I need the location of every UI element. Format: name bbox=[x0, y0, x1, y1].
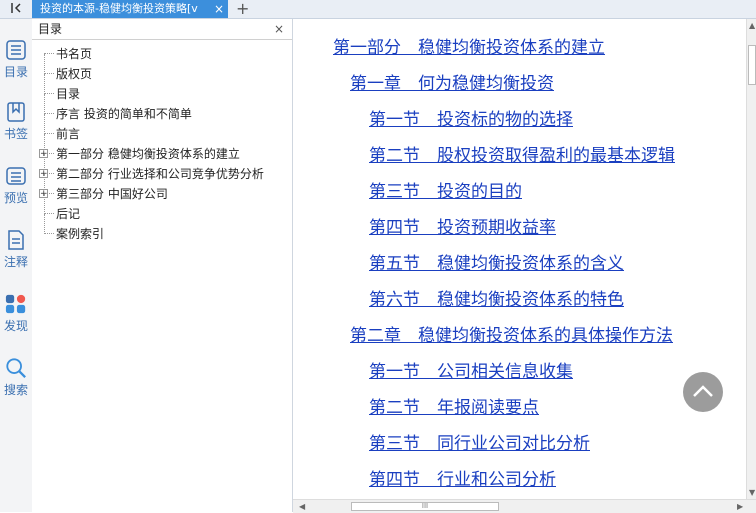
discover-icon bbox=[5, 293, 27, 315]
rail-label: 注释 bbox=[3, 255, 28, 269]
vertical-scroll-thumb[interactable] bbox=[748, 45, 756, 85]
doc-link-section[interactable]: 第二节 年报阅读要点 bbox=[369, 398, 539, 418]
rail-item-notes[interactable]: 注释 bbox=[0, 229, 32, 270]
tab-document[interactable]: 投资的本源-稳健均衡投资策略[v × bbox=[32, 0, 228, 18]
doc-link-section[interactable]: 第二节 股权投资取得盈利的最基本逻辑 bbox=[369, 146, 675, 166]
toc-item-label: 目录 bbox=[56, 87, 81, 101]
scroll-up-arrow-icon[interactable]: ▲ bbox=[749, 21, 755, 30]
doc-link-section[interactable]: 第五节 稳健均衡投资体系的含义 bbox=[369, 254, 624, 274]
rail-label: 搜索 bbox=[3, 383, 28, 397]
toc-item-label: 第一部分 稳健均衡投资体系的建立 bbox=[56, 147, 240, 161]
toc-item-label: 后记 bbox=[56, 207, 81, 221]
doc-link-part[interactable]: 第一部分 稳健均衡投资体系的建立 bbox=[333, 38, 605, 58]
scroll-grip: III bbox=[421, 502, 429, 510]
scroll-left-arrow-icon[interactable]: ◀ bbox=[299, 502, 305, 511]
toc-item[interactable]: + 第二部分 行业选择和公司竞争优势分析 bbox=[32, 154, 292, 184]
toc-item[interactable]: 书名页 bbox=[32, 44, 292, 64]
toc-item[interactable]: 前言 bbox=[32, 114, 292, 144]
note-icon bbox=[5, 229, 27, 251]
doc-link-section[interactable]: 第四节 行业和公司分析 bbox=[369, 470, 556, 490]
scroll-top-button[interactable] bbox=[683, 372, 723, 412]
rail-item-toc[interactable]: 目录 bbox=[0, 39, 32, 80]
preview-icon bbox=[5, 165, 27, 187]
toc-close-button[interactable]: × bbox=[274, 19, 284, 39]
doc-link-section[interactable]: 第三节 同行业公司对比分析 bbox=[369, 434, 590, 454]
toc-item-label: 案例索引 bbox=[56, 227, 105, 241]
toc-item-label: 前言 bbox=[56, 127, 81, 141]
rail-item-discover[interactable]: 发现 bbox=[0, 293, 32, 334]
toc-item[interactable]: + 第一部分 稳健均衡投资体系的建立 bbox=[32, 134, 292, 164]
toc-item-label: 第三部分 中国好公司 bbox=[56, 187, 168, 201]
collapse-sidebar-button[interactable] bbox=[0, 0, 32, 18]
doc-link-chapter[interactable]: 第二章 稳健均衡投资体系的具体操作方法 bbox=[350, 326, 673, 346]
collapse-left-icon bbox=[9, 2, 23, 17]
rail-item-bookmark[interactable]: 书签 bbox=[0, 101, 32, 142]
rail-item-search[interactable]: 搜索 bbox=[0, 357, 32, 398]
chevron-up-icon bbox=[692, 383, 714, 402]
tab-bar: 投资的本源-稳健均衡投资策略[v × + bbox=[0, 0, 756, 19]
toc-panel: 目录 × 书名页 版权页 目录 序言 投资的简单和不简单 前言 + 第一部分 稳健… bbox=[32, 19, 293, 512]
toc-icon bbox=[5, 39, 27, 61]
tab-title: 投资的本源-稳健均衡投资策略[v bbox=[40, 2, 198, 15]
left-rail: 目录 书签 预览 注释 发现 搜索 bbox=[0, 19, 33, 512]
toc-list: 书名页 版权页 目录 序言 投资的简单和不简单 前言 + 第一部分 稳健均衡投资体… bbox=[32, 40, 292, 244]
bookmark-icon bbox=[5, 101, 27, 123]
doc-link-section[interactable]: 第六节 稳健均衡投资体系的特色 bbox=[369, 290, 624, 310]
tab-close-button[interactable]: × bbox=[214, 0, 224, 18]
toc-item[interactable]: + 第三部分 中国好公司 bbox=[32, 174, 292, 204]
doc-link-section[interactable]: 第一节 公司相关信息收集 bbox=[369, 362, 573, 382]
horizontal-scroll-thumb[interactable]: III bbox=[351, 502, 499, 511]
rail-label: 书签 bbox=[3, 127, 28, 141]
toc-item-label: 书名页 bbox=[56, 47, 93, 61]
toc-title: 目录 bbox=[38, 22, 63, 36]
toc-item[interactable]: 目录 bbox=[32, 74, 292, 104]
toc-item[interactable]: 版权页 bbox=[32, 54, 292, 84]
toc-item[interactable]: 序言 投资的简单和不简单 bbox=[32, 94, 292, 124]
doc-link-chapter[interactable]: 第一章 何为稳健均衡投资 bbox=[350, 74, 554, 94]
doc-link-section[interactable]: 第一节 投资标的物的选择 bbox=[369, 110, 573, 130]
horizontal-scrollbar[interactable]: ◀ III ▶ bbox=[293, 499, 756, 513]
toc-item[interactable]: 后记 bbox=[32, 194, 292, 224]
new-tab-button[interactable]: + bbox=[236, 0, 249, 18]
scroll-right-arrow-icon[interactable]: ▶ bbox=[737, 502, 743, 511]
rail-label: 发现 bbox=[3, 319, 28, 333]
scroll-down-arrow-icon[interactable]: ▼ bbox=[749, 488, 755, 497]
search-icon bbox=[5, 357, 27, 379]
doc-link-section[interactable]: 第四节 投资预期收益率 bbox=[369, 218, 556, 238]
toc-item[interactable]: 案例索引 bbox=[32, 214, 292, 244]
doc-link-section[interactable]: 第三节 投资的目的 bbox=[369, 182, 522, 202]
rail-label: 预览 bbox=[3, 191, 28, 205]
toc-header: 目录 × bbox=[32, 19, 292, 40]
document-view: 第一部分 稳健均衡投资体系的建立 第一章 何为稳健均衡投资 第一节 投资标的物的… bbox=[293, 19, 746, 499]
vertical-scrollbar[interactable]: ▲ ▼ bbox=[746, 19, 756, 499]
rail-label: 目录 bbox=[3, 65, 28, 79]
toc-item-label: 序言 投资的简单和不简单 bbox=[56, 107, 192, 121]
rail-item-preview[interactable]: 预览 bbox=[0, 165, 32, 206]
toc-item-label: 第二部分 行业选择和公司竞争优势分析 bbox=[56, 167, 264, 181]
toc-item-label: 版权页 bbox=[56, 67, 93, 81]
